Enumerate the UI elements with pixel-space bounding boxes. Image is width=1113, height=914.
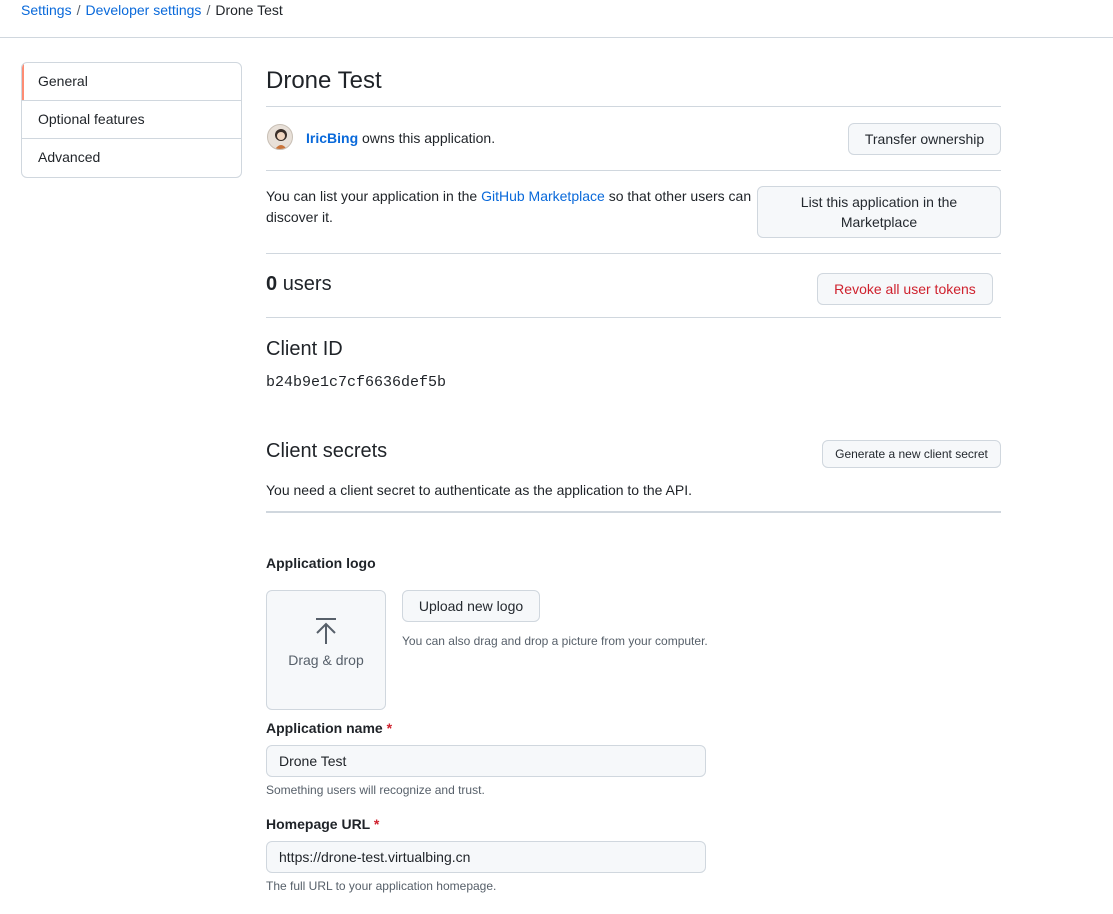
application-name-input[interactable] (266, 745, 706, 777)
homepage-url-input[interactable] (266, 841, 706, 873)
owner-suffix: owns this application. (362, 130, 496, 146)
menu-item-advanced[interactable]: Advanced (22, 139, 241, 177)
application-name-label: Application name * (266, 719, 392, 737)
users-number: 0 (266, 273, 278, 295)
breadcrumb-developer-settings-link[interactable]: Developer settings (85, 2, 201, 18)
user-avatar[interactable] (267, 124, 293, 150)
application-name-label-text: Application name (266, 720, 383, 736)
application-name-note: Something users will recognize and trust… (266, 783, 485, 797)
homepage-url-label: Homepage URL * (266, 815, 379, 833)
client-secrets-description: You need a client secret to authenticate… (266, 482, 693, 498)
client-secrets-heading: Client secrets (266, 440, 388, 462)
divider (266, 106, 1001, 107)
section-divider (266, 511, 1001, 513)
owner-text: IricBing owns this application. (306, 129, 495, 147)
header-divider (0, 37, 1113, 38)
breadcrumb-separator: / (206, 2, 211, 18)
dropzone-text: Drag & drop (288, 652, 364, 668)
application-logo-label: Application logo (266, 555, 376, 571)
homepage-url-note: The full URL to your application homepag… (266, 879, 497, 893)
marketplace-text: You can list your application in the Git… (266, 186, 756, 228)
users-label: users (282, 273, 332, 295)
divider (266, 253, 1001, 254)
upload-new-logo-button[interactable]: Upload new logo (402, 590, 540, 622)
client-id-heading: Client ID (266, 338, 343, 360)
breadcrumb-settings-link[interactable]: Settings (21, 2, 72, 18)
logo-dropzone[interactable]: Drag & drop (266, 590, 386, 710)
breadcrumb: Settings / Developer settings / Drone Test (21, 1, 283, 19)
upload-arrow-icon (316, 618, 336, 644)
menu-item-general[interactable]: General (22, 63, 241, 101)
divider (266, 170, 1001, 171)
required-mark: * (386, 720, 393, 736)
settings-side-menu: General Optional features Advanced (21, 62, 242, 178)
marketplace-link[interactable]: GitHub Marketplace (481, 188, 605, 204)
list-in-marketplace-button[interactable]: List this application in the Marketplace (757, 186, 1001, 238)
users-count: 0 users (266, 271, 332, 297)
divider (266, 317, 1001, 318)
owner-link[interactable]: IricBing (306, 130, 358, 146)
transfer-ownership-button[interactable]: Transfer ownership (848, 123, 1001, 155)
client-id-value: b24b9e1c7cf6636def5b (266, 374, 447, 391)
page-title: Drone Test (266, 67, 382, 94)
breadcrumb-current: Drone Test (215, 2, 283, 18)
menu-item-label: General (38, 73, 88, 89)
menu-item-optional-features[interactable]: Optional features (22, 101, 241, 139)
menu-item-label: Advanced (38, 149, 101, 165)
generate-client-secret-button[interactable]: Generate a new client secret (822, 440, 1001, 468)
avatar-image (275, 129, 287, 149)
homepage-url-label-text: Homepage URL (266, 816, 370, 832)
revoke-all-tokens-button[interactable]: Revoke all user tokens (817, 273, 993, 305)
breadcrumb-separator: / (76, 2, 81, 18)
marketplace-prefix: You can list your application in the (266, 188, 478, 204)
logo-drag-note: You can also drag and drop a picture fro… (402, 634, 708, 648)
required-mark: * (373, 816, 380, 832)
menu-item-label: Optional features (38, 111, 145, 127)
